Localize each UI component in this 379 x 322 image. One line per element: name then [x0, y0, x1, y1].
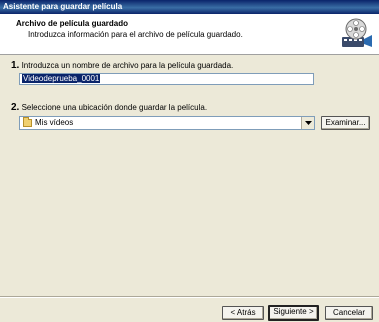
- step1-number: 1.: [11, 60, 20, 71]
- step1-text: Introduzca un nombre de archivo para la …: [21, 61, 234, 70]
- title-bar: Asistente para guardar película: [0, 0, 379, 14]
- wizard-header: Archivo de película guardado Introduzca …: [0, 14, 379, 55]
- page-title: Archivo de película guardado: [16, 19, 129, 28]
- footer-separator: [0, 296, 379, 298]
- window-title: Asistente para guardar película: [3, 2, 123, 11]
- step1-label: 1. Introduzca un nombre de archivo para …: [11, 60, 233, 71]
- dropdown-arrow-icon[interactable]: [301, 117, 314, 129]
- step2-text: Seleccione una ubicación donde guardar l…: [21, 103, 208, 112]
- step2-number: 2.: [11, 102, 20, 113]
- filename-input[interactable]: Videodeprueba_0001: [19, 73, 314, 85]
- folder-icon: [23, 117, 32, 127]
- location-select[interactable]: Mis vídeos: [19, 116, 315, 130]
- filename-value: Videodeprueba_0001: [22, 74, 101, 83]
- film-reel-icon: [342, 18, 372, 47]
- next-button[interactable]: Siguiente >: [268, 305, 319, 321]
- location-value: Mis vídeos: [35, 118, 74, 127]
- step2-label: 2. Seleccione una ubicación donde guarda…: [11, 102, 207, 113]
- back-button[interactable]: < Atrás: [222, 306, 264, 320]
- page-subtitle: Introduzca información para el archivo d…: [28, 30, 243, 39]
- browse-button[interactable]: Examinar...: [321, 116, 370, 130]
- cancel-button[interactable]: Cancelar: [325, 306, 373, 320]
